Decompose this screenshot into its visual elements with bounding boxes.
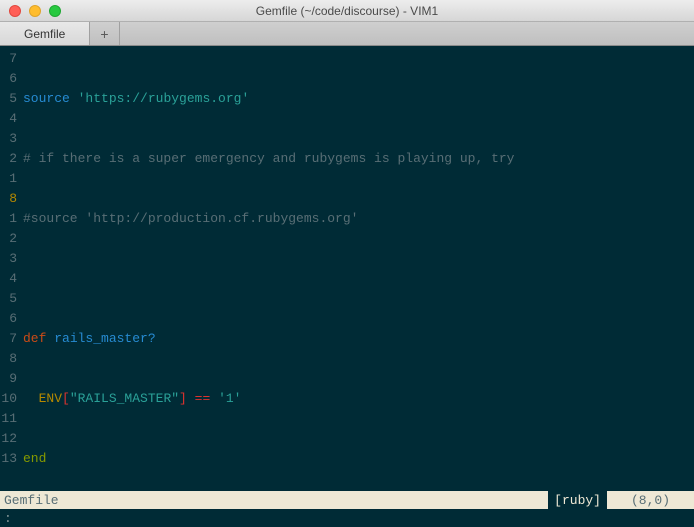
gutter-line: 8 <box>0 349 17 369</box>
token: # if there is a super emergency and ruby… <box>23 151 514 166</box>
gutter-line: 1 <box>0 209 17 229</box>
gutter-line: 3 <box>0 249 17 269</box>
status-filetype: [ruby] <box>548 491 607 509</box>
gutter-line: 8 <box>0 189 17 209</box>
gutter-line: 9 <box>0 369 17 389</box>
status-bar: Gemfile [ruby] (8,0) <box>0 491 694 509</box>
status-filename: Gemfile <box>0 493 59 508</box>
gutter-line: 5 <box>0 289 17 309</box>
tab-bar: Gemfile + <box>0 22 694 46</box>
token: '1' <box>218 391 241 406</box>
gutter-line: 1 <box>0 169 17 189</box>
gutter-line: 3 <box>0 129 17 149</box>
code-area[interactable]: source 'https://rubygems.org' # if there… <box>23 46 694 491</box>
gutter-line: 10 <box>0 389 17 409</box>
gutter-line: 4 <box>0 109 17 129</box>
gutter-line: 5 <box>0 89 17 109</box>
token: [ <box>62 391 70 406</box>
tab-gemfile[interactable]: Gemfile <box>0 22 90 45</box>
window: Gemfile (~/code/discourse) - VIM1 Gemfil… <box>0 0 694 527</box>
token: source <box>23 91 70 106</box>
line-gutter: 7654321812345678910111213 <box>0 46 23 491</box>
gutter-line: 13 <box>0 449 17 469</box>
status-position: (8,0) <box>607 493 694 508</box>
titlebar: Gemfile (~/code/discourse) - VIM1 <box>0 0 694 22</box>
gutter-line: 2 <box>0 229 17 249</box>
gutter-line: 7 <box>0 49 17 69</box>
token: end <box>23 451 46 466</box>
command-line[interactable]: : <box>0 509 694 527</box>
token: def <box>23 331 46 346</box>
gutter-line: 4 <box>0 269 17 289</box>
gutter-line: 7 <box>0 329 17 349</box>
window-title: Gemfile (~/code/discourse) - VIM1 <box>0 4 694 18</box>
token: ENV <box>39 391 62 406</box>
gutter-line: 6 <box>0 309 17 329</box>
gutter-line: 11 <box>0 409 17 429</box>
token: ] <box>179 391 187 406</box>
token: == <box>187 391 218 406</box>
editor[interactable]: 7654321812345678910111213 source 'https:… <box>0 46 694 491</box>
gutter-line: 12 <box>0 429 17 449</box>
token: #source 'http://production.cf.rubygems.o… <box>23 211 358 226</box>
token: "RAILS_MASTER" <box>70 391 179 406</box>
gutter-line: 2 <box>0 149 17 169</box>
gutter-line: 6 <box>0 69 17 89</box>
token: rails_master? <box>54 331 155 346</box>
new-tab-button[interactable]: + <box>90 22 119 45</box>
token: 'https://rubygems.org' <box>78 91 250 106</box>
